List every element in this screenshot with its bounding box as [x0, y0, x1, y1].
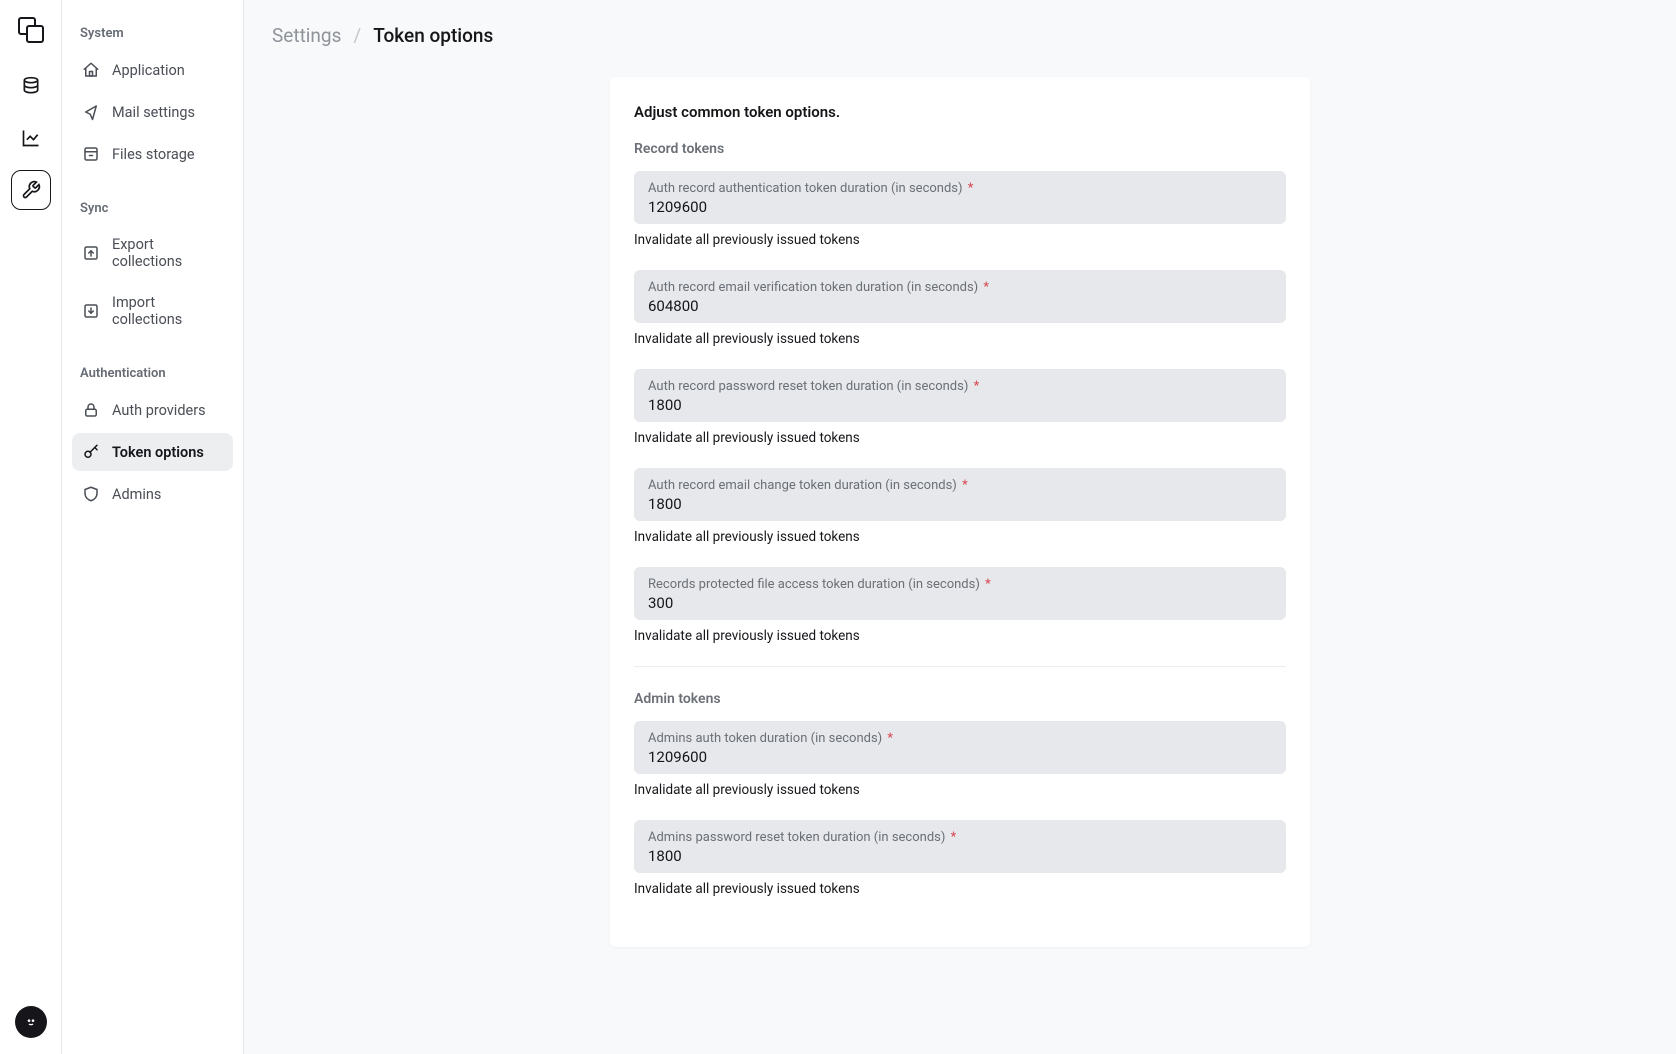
sidebar-item-token-options[interactable]: Token options — [72, 433, 233, 471]
breadcrumb: Settings / Token options — [272, 24, 1648, 47]
sidebar: System Application Mail settings Files stor… — [62, 0, 244, 1054]
form-group: Records protected file access token dura… — [634, 567, 1286, 644]
sidebar-section-title: System — [72, 20, 233, 51]
form-group: Auth record email verification token dur… — [634, 270, 1286, 347]
required-indicator: * — [887, 731, 893, 746]
field-label: Admins password reset token duration (in… — [648, 830, 1272, 845]
field-label: Auth record authentication token duratio… — [648, 181, 1272, 196]
card-title: Adjust common token options. — [634, 103, 1286, 121]
download-icon — [82, 302, 100, 320]
field: Auth record authentication token duratio… — [634, 171, 1286, 224]
required-indicator: * — [985, 577, 991, 592]
required-indicator: * — [983, 280, 989, 295]
duration-input[interactable] — [648, 297, 1272, 315]
shield-icon — [82, 485, 100, 503]
sidebar-item-label: Application — [112, 62, 185, 79]
duration-input[interactable] — [648, 396, 1272, 414]
field: Auth record email change token duration … — [634, 468, 1286, 521]
rail-collections[interactable] — [11, 66, 51, 106]
sidebar-item-import-collections[interactable]: Import collections — [72, 284, 233, 338]
duration-input[interactable] — [648, 748, 1272, 766]
main-content: Settings / Token options Adjust common t… — [244, 0, 1676, 1054]
rail-settings[interactable] — [11, 170, 51, 210]
sidebar-item-application[interactable]: Application — [72, 51, 233, 89]
avatar[interactable] — [15, 1006, 47, 1038]
required-indicator: * — [968, 181, 974, 196]
form-section-title: Admin tokens — [634, 691, 1286, 707]
field: Auth record email verification token dur… — [634, 270, 1286, 323]
sidebar-item-label: Admins — [112, 486, 161, 503]
field: Records protected file access token dura… — [634, 567, 1286, 620]
send-icon — [82, 103, 100, 121]
field: Admins auth token duration (in seconds) … — [634, 721, 1286, 774]
key-icon — [82, 443, 100, 461]
field-label: Admins auth token duration (in seconds) … — [648, 731, 1272, 746]
invalidate-link[interactable]: Invalidate all previously issued tokens — [634, 881, 860, 897]
sidebar-item-files-storage[interactable]: Files storage — [72, 135, 233, 173]
sidebar-item-label: Export collections — [112, 236, 223, 270]
field: Auth record password reset token duratio… — [634, 369, 1286, 422]
invalidate-link[interactable]: Invalidate all previously issued tokens — [634, 628, 860, 644]
required-indicator: * — [962, 478, 968, 493]
breadcrumb-parent[interactable]: Settings — [272, 24, 341, 47]
rail-logs[interactable] — [11, 118, 51, 158]
form-group: Auth record authentication token duratio… — [634, 171, 1286, 248]
sidebar-section-title: Authentication — [72, 360, 233, 391]
sidebar-item-label: Import collections — [112, 294, 223, 328]
required-indicator: * — [951, 830, 957, 845]
sidebar-item-label: Files storage — [112, 146, 195, 163]
invalidate-link[interactable]: Invalidate all previously issued tokens — [634, 232, 860, 248]
form-group: Admins password reset token duration (in… — [634, 820, 1286, 897]
field-label: Auth record email verification token dur… — [648, 280, 1272, 295]
breadcrumb-current: Token options — [373, 24, 493, 47]
invalidate-link[interactable]: Invalidate all previously issued tokens — [634, 331, 860, 347]
nav-rail — [0, 0, 62, 1054]
sidebar-item-label: Auth providers — [112, 402, 206, 419]
invalidate-link[interactable]: Invalidate all previously issued tokens — [634, 782, 860, 798]
sidebar-item-mail-settings[interactable]: Mail settings — [72, 93, 233, 131]
settings-card: Adjust common token options. Record toke… — [610, 77, 1310, 947]
sidebar-item-export-collections[interactable]: Export collections — [72, 226, 233, 280]
logo — [15, 14, 47, 46]
field-label: Records protected file access token dura… — [648, 577, 1272, 592]
form-group: Auth record password reset token duratio… — [634, 369, 1286, 446]
duration-input[interactable] — [648, 495, 1272, 513]
sidebar-section-title: Sync — [72, 195, 233, 226]
sidebar-item-label: Token options — [112, 444, 204, 461]
breadcrumb-separator: / — [353, 24, 361, 47]
lock-icon — [82, 401, 100, 419]
upload-icon — [82, 244, 100, 262]
field: Admins password reset token duration (in… — [634, 820, 1286, 873]
archive-icon — [82, 145, 100, 163]
form-group: Auth record email change token duration … — [634, 468, 1286, 545]
field-label: Auth record email change token duration … — [648, 478, 1272, 493]
form-group: Admins auth token duration (in seconds) … — [634, 721, 1286, 798]
required-indicator: * — [974, 379, 980, 394]
field-label: Auth record password reset token duratio… — [648, 379, 1272, 394]
duration-input[interactable] — [648, 198, 1272, 216]
invalidate-link[interactable]: Invalidate all previously issued tokens — [634, 529, 860, 545]
invalidate-link[interactable]: Invalidate all previously issued tokens — [634, 430, 860, 446]
sidebar-item-admins[interactable]: Admins — [72, 475, 233, 513]
sidebar-item-label: Mail settings — [112, 104, 195, 121]
home-icon — [82, 61, 100, 79]
duration-input[interactable] — [648, 594, 1272, 612]
sidebar-item-auth-providers[interactable]: Auth providers — [72, 391, 233, 429]
duration-input[interactable] — [648, 847, 1272, 865]
divider — [634, 666, 1286, 667]
form-section-title: Record tokens — [634, 141, 1286, 157]
